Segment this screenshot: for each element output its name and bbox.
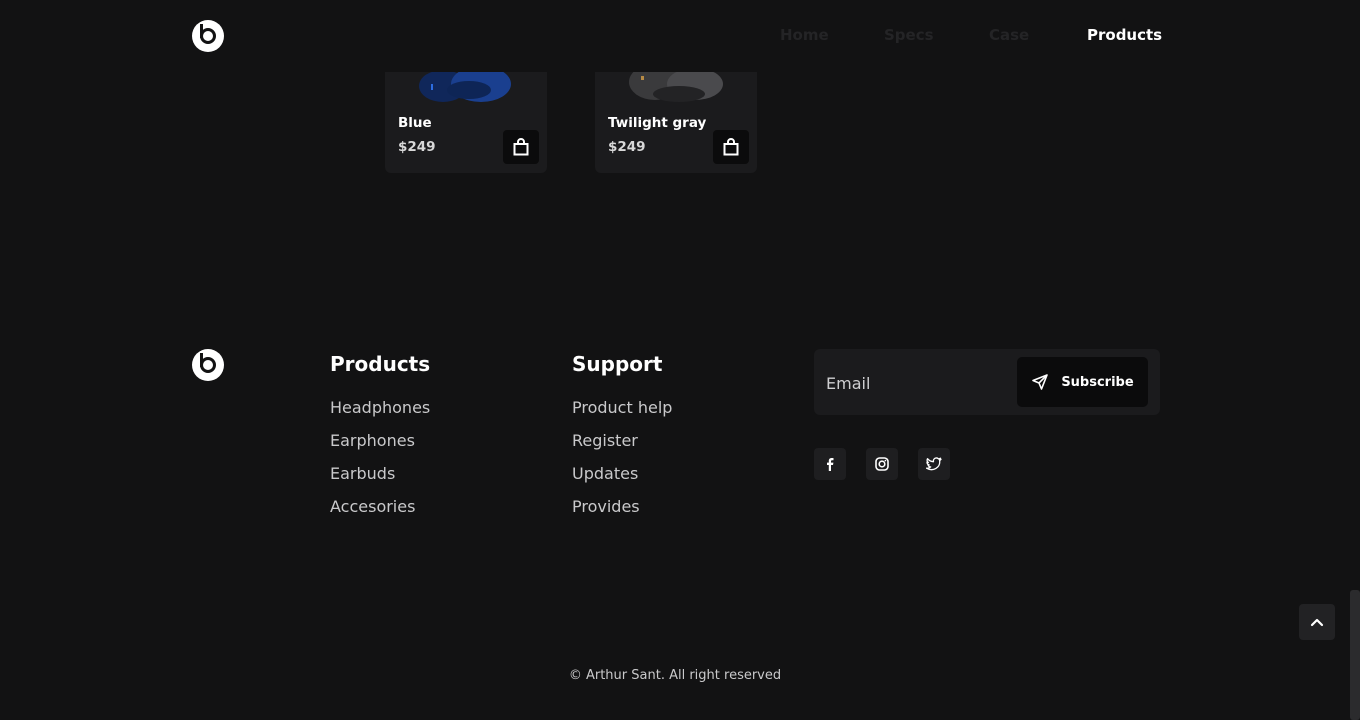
footer-link-accesories[interactable]: Accesories <box>330 497 415 516</box>
nav-case[interactable]: Case <box>989 26 1029 44</box>
footer-logo-icon[interactable] <box>192 349 224 381</box>
product-card-blue[interactable]: Blue $249 <box>385 56 547 173</box>
product-name: Twilight gray <box>608 115 707 131</box>
send-icon <box>1032 374 1049 390</box>
footer-link-provides[interactable]: Provides <box>572 497 640 516</box>
add-to-cart-button[interactable] <box>503 130 539 164</box>
beats-logo-icon[interactable] <box>192 20 224 52</box>
twitter-button[interactable] <box>918 448 950 480</box>
add-to-cart-button[interactable] <box>713 130 749 164</box>
nav-specs[interactable]: Specs <box>884 26 934 44</box>
instagram-button[interactable] <box>866 448 898 480</box>
footer-products-title: Products <box>330 352 431 376</box>
subscribe-form: Subscribe <box>814 349 1160 415</box>
product-price: $249 <box>608 139 646 155</box>
nav-products[interactable]: Products <box>1087 26 1162 44</box>
footer-link-earphones[interactable]: Earphones <box>330 431 415 450</box>
product-card-twilight-gray[interactable]: Twilight gray $249 <box>595 56 757 173</box>
shopping-bag-icon <box>513 138 529 156</box>
product-price: $249 <box>398 139 436 155</box>
footer-link-headphones[interactable]: Headphones <box>330 398 430 417</box>
footer-support-title: Support <box>572 352 663 376</box>
facebook-icon <box>827 458 834 471</box>
scroll-to-top-button[interactable] <box>1299 604 1335 640</box>
subscribe-button[interactable]: Subscribe <box>1017 357 1148 407</box>
site-header: Home Specs Case Products <box>0 0 1360 72</box>
twitter-icon <box>926 457 942 471</box>
footer-link-register[interactable]: Register <box>572 431 638 450</box>
instagram-icon <box>875 457 889 471</box>
page-scrollbar[interactable] <box>1350 590 1360 720</box>
subscribe-label: Subscribe <box>1061 374 1134 390</box>
shopping-bag-icon <box>723 138 739 156</box>
chevron-up-icon <box>1310 618 1324 627</box>
facebook-button[interactable] <box>814 448 846 480</box>
footer-link-earbuds[interactable]: Earbuds <box>330 464 395 483</box>
product-name: Blue <box>398 115 432 131</box>
footer-link-updates[interactable]: Updates <box>572 464 638 483</box>
email-input[interactable] <box>824 365 1018 401</box>
footer-link-product-help[interactable]: Product help <box>572 398 672 417</box>
nav-home[interactable]: Home <box>780 26 829 44</box>
copyright-text: © Arthur Sant. All right reserved <box>568 668 782 683</box>
